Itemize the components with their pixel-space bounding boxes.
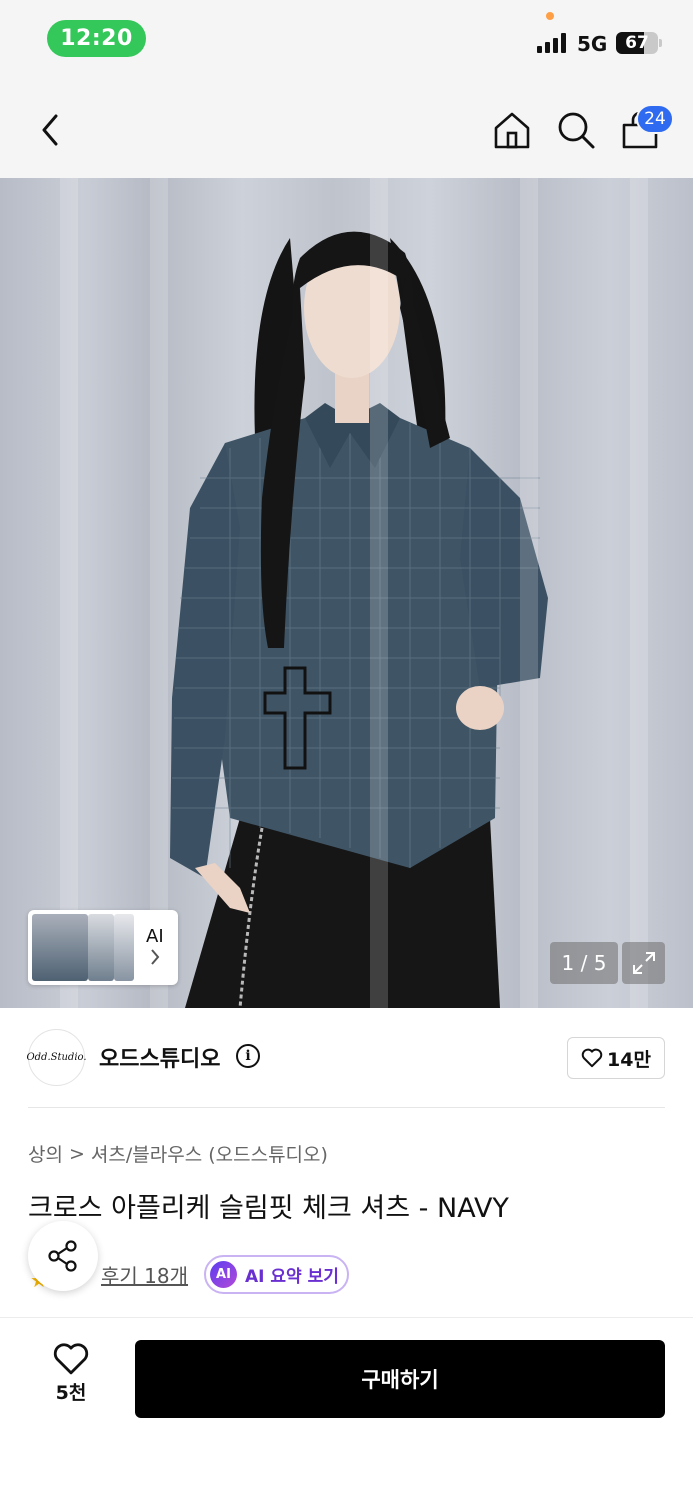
review-link[interactable]: 후기 18개 <box>101 1260 188 1289</box>
ai-thumbnail-label: AI <box>146 926 164 947</box>
brand-like-button[interactable]: 14만 <box>567 1037 665 1079</box>
heart-icon <box>581 1048 603 1068</box>
bottom-bar-divider <box>0 1317 693 1318</box>
ai-badge-icon: AI <box>210 1261 237 1288</box>
product-main-image[interactable] <box>0 178 693 1008</box>
battery-level: 67 <box>625 33 649 53</box>
breadcrumb-separator: > <box>68 1142 85 1165</box>
image-page-counter: 1 / 5 <box>550 942 618 984</box>
expand-icon[interactable] <box>622 942 665 984</box>
buy-button[interactable]: 구매하기 <box>135 1340 665 1418</box>
ai-summary-label: AI 요약 보기 <box>245 1267 339 1287</box>
heart-icon <box>53 1343 89 1375</box>
model-illustration <box>170 231 548 1008</box>
info-icon[interactable]: i <box>236 1044 260 1068</box>
privacy-indicator-dot <box>546 12 554 20</box>
breadcrumb: 상의 > 셔츠/블라우스 (오드스튜디오) <box>28 1140 328 1167</box>
breadcrumb-item-category[interactable]: 상의 <box>28 1140 63 1167</box>
battery-icon: 67 <box>616 32 658 54</box>
thumbnail-image <box>88 914 114 981</box>
network-type: 5G <box>577 32 608 56</box>
battery-tip <box>659 39 662 47</box>
brand-name[interactable]: 오드스튜디오 <box>99 1041 220 1073</box>
brand-logo[interactable]: Odd.Studio. <box>26 1029 87 1086</box>
ai-summary-button[interactable]: AI AI 요약 보기 <box>204 1255 349 1294</box>
back-icon[interactable] <box>36 112 66 148</box>
share-button[interactable] <box>28 1221 98 1291</box>
chevron-right-icon <box>150 948 160 971</box>
wishlist-button[interactable]: 5천 <box>40 1342 102 1416</box>
thumbnail-image <box>114 914 134 981</box>
brand-like-count: 14만 <box>607 1048 651 1071</box>
breadcrumb-item-subcategory[interactable]: 셔츠/블라우스 (오드스튜디오) <box>91 1140 328 1167</box>
share-icon <box>48 1240 77 1272</box>
home-icon[interactable] <box>492 110 532 150</box>
status-bar: 12:20 5G 67 <box>0 0 693 80</box>
signal-icon <box>537 33 569 53</box>
status-time: 12:20 <box>47 20 146 57</box>
search-icon[interactable] <box>556 110 596 150</box>
section-divider <box>28 1107 665 1108</box>
thumbnail-image <box>32 914 88 981</box>
wishlist-count: 5천 <box>55 1382 87 1404</box>
product-title: 크로스 아플리케 슬림핏 체크 셔츠 - NAVY <box>28 1193 509 1224</box>
cart-count-badge: 24 <box>636 104 674 134</box>
